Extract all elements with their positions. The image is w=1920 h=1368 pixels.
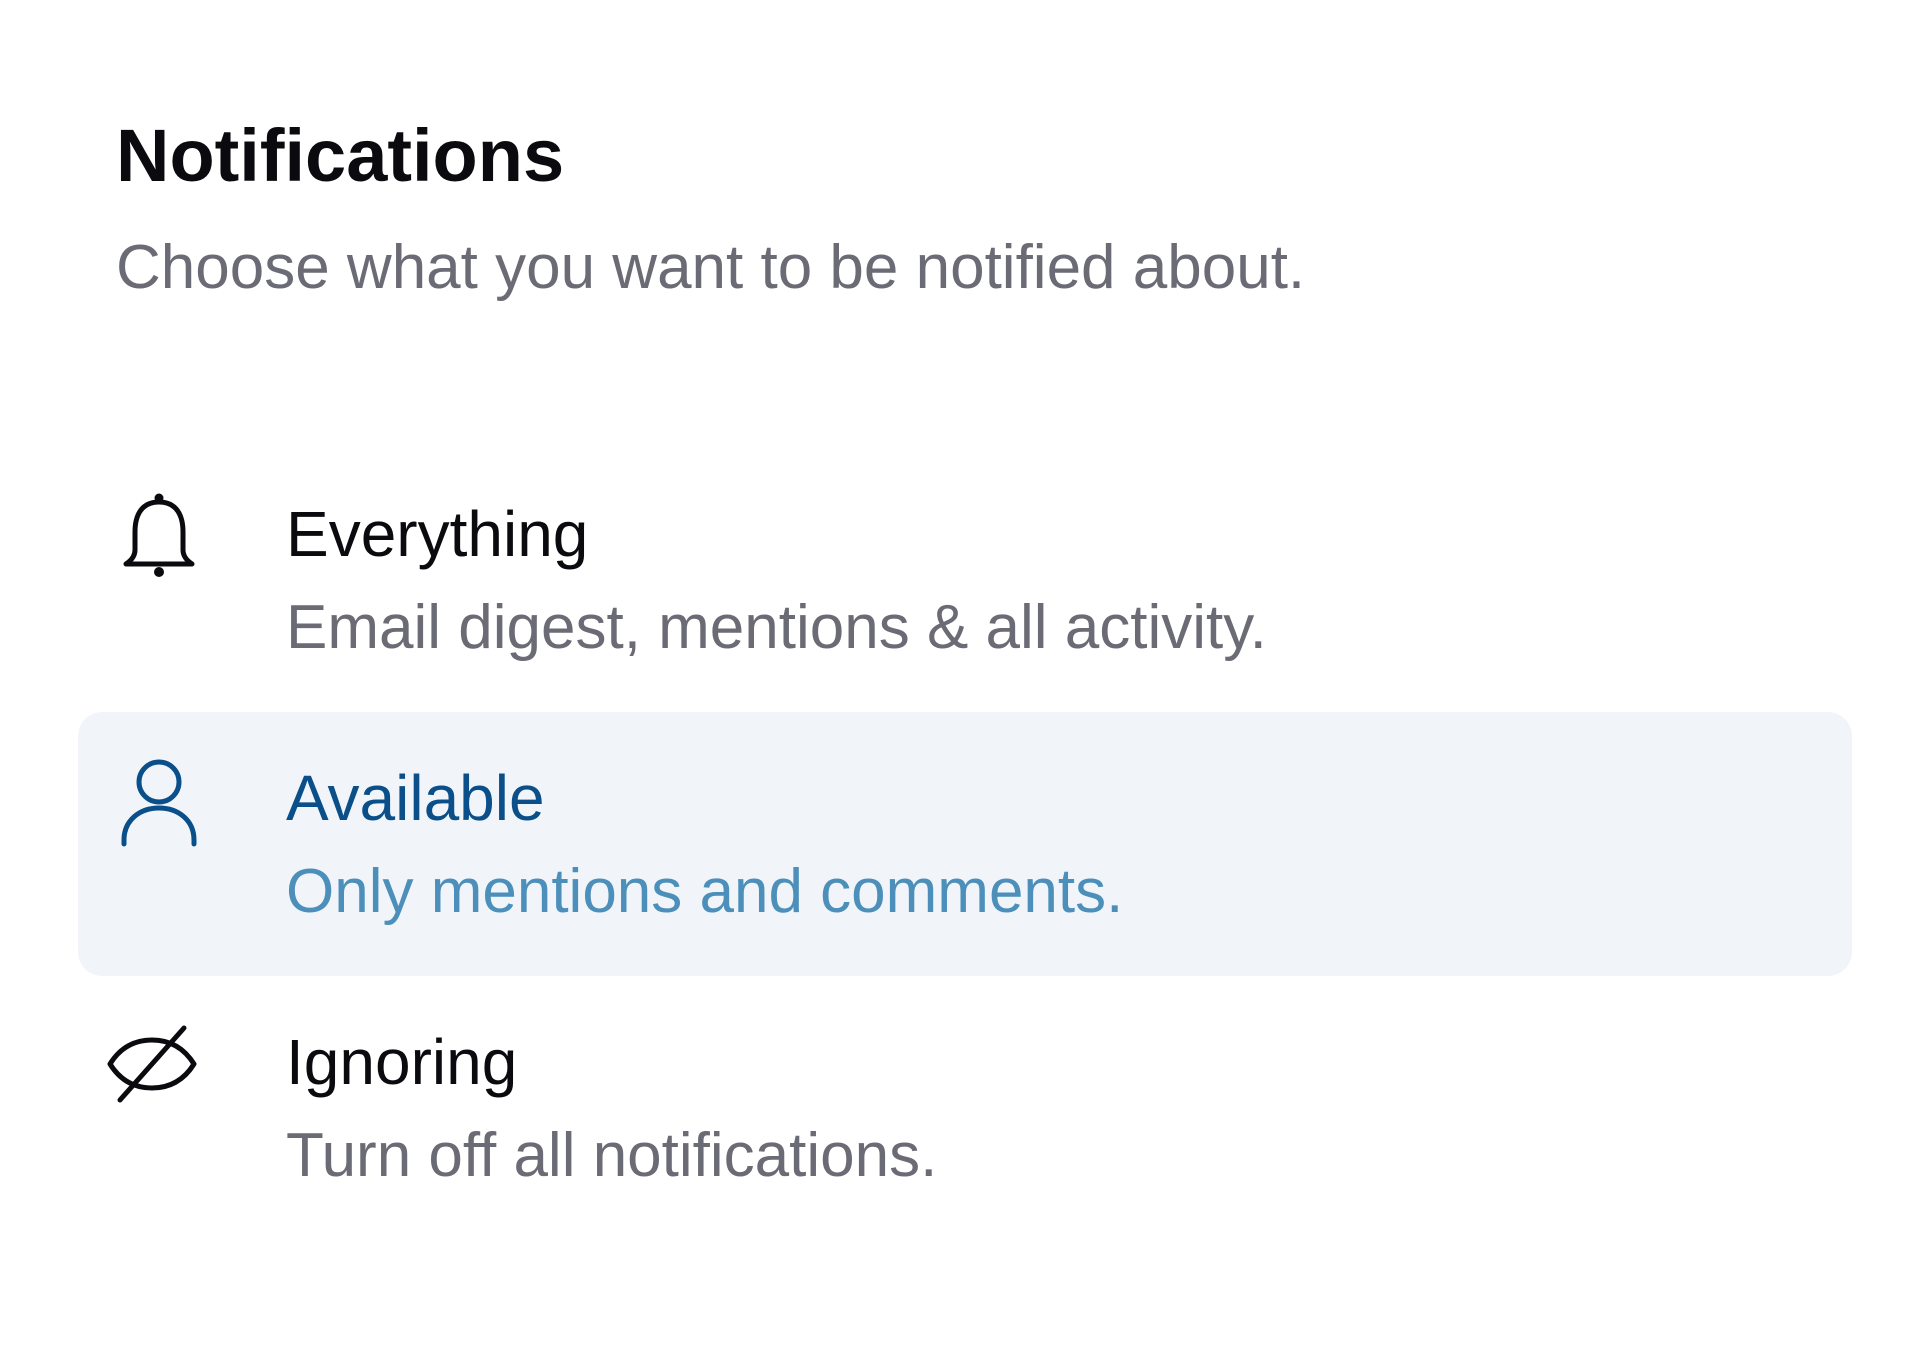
- page-title: Notifications: [116, 114, 565, 197]
- option-description: Email digest, mentions & all activity.: [286, 593, 1267, 662]
- page-subtitle: Choose what you want to be notified abou…: [116, 233, 1306, 302]
- option-available[interactable]: Available Only mentions and comments.: [78, 712, 1852, 976]
- option-label: Ignoring: [286, 1026, 518, 1098]
- bell-icon: [116, 492, 202, 584]
- option-ignoring[interactable]: Ignoring Turn off all notifications.: [78, 976, 1852, 1240]
- option-label: Everything: [286, 498, 589, 570]
- option-everything[interactable]: Everything Email digest, mentions & all …: [78, 448, 1852, 712]
- user-icon: [116, 756, 202, 848]
- option-description: Only mentions and comments.: [286, 857, 1124, 926]
- option-description: Turn off all notifications.: [286, 1121, 938, 1190]
- notifications-panel: Notifications Choose what you want to be…: [0, 0, 1920, 1368]
- option-label: Available: [286, 762, 545, 834]
- eye-off-icon: [107, 1020, 202, 1112]
